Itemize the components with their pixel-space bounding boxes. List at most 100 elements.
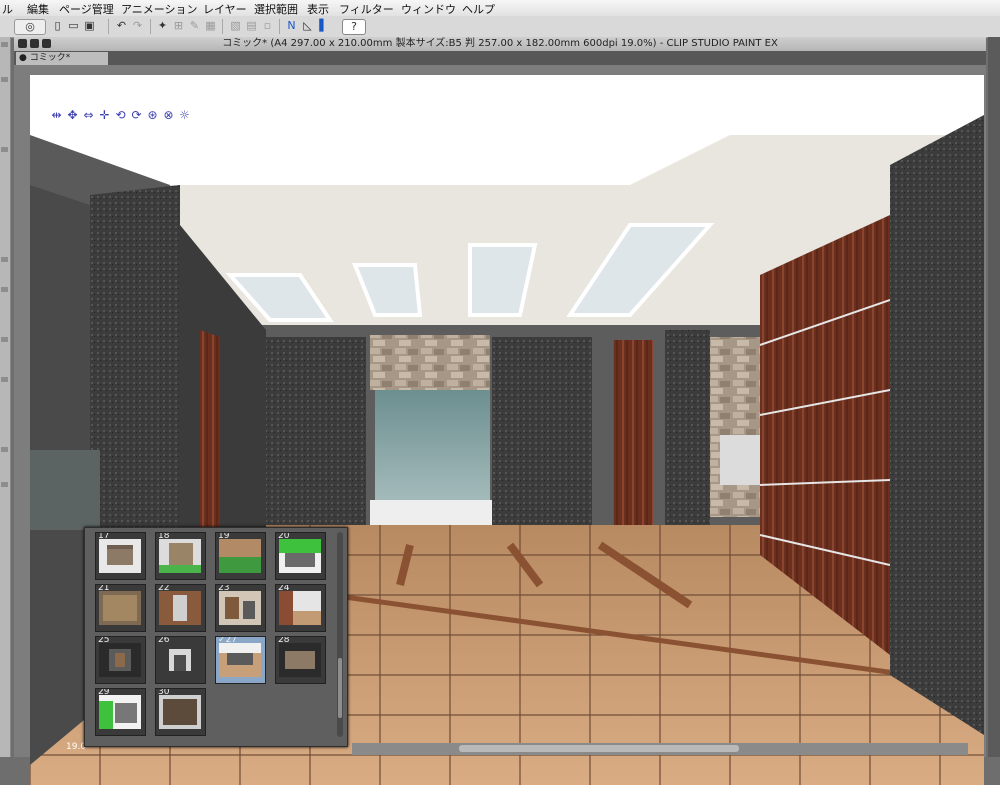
menu-edit[interactable]: 編集 [27,1,49,17]
page-preview [99,695,141,729]
page-thumbnail[interactable]: 17 [95,532,146,580]
move-camera-icon[interactable]: ⇔ [82,109,95,122]
panel-handle-icon[interactable] [1,337,8,342]
menu-layer[interactable]: レイヤー [203,1,247,17]
wood-panel [613,340,653,540]
document-title: コミック* (A4 297.00 x 210.00mm 製本サイズ:B5 判 2… [222,38,778,49]
menu-view[interactable]: 表示 [307,1,329,17]
clear-icon[interactable]: ▦ [203,19,218,33]
page-thumbnail-selected[interactable]: ✓27 [215,636,266,684]
page-preview [159,643,201,677]
menu-help[interactable]: ヘルプ [462,1,495,17]
panel-handle-icon[interactable] [1,147,8,152]
page-thumbnail[interactable]: 26 [155,636,206,684]
page-thumbnail[interactable]: 19 [215,532,266,580]
panel-handle-icon[interactable] [1,77,8,82]
menu-window[interactable]: ウィンドウ [401,1,456,17]
panel-handle-icon[interactable] [1,482,8,487]
page-preview [279,643,321,677]
rotate-object-icon[interactable]: ⟲ [114,109,127,122]
menu-selection[interactable]: 選択範囲 [254,1,298,17]
3d-operation-bar: ⇹ ✥ ⇔ ✛ ⟲ ⟳ ⊛ ⊗ ☼ [50,107,210,125]
left-tool-strip [0,37,11,757]
clip-studio-icon[interactable]: ◎ [14,19,46,35]
page-navigator-panel: 17 18 19 20 21 22 23 24 25 26 ✓27 28 29 … [84,527,348,747]
scale-icon[interactable]: ⊞ [171,19,186,33]
page-preview [279,539,321,573]
light-icon[interactable]: ☼ [178,109,191,122]
page-preview [219,643,261,677]
help-icon[interactable]: ? [342,19,366,35]
menu-bar: ル 編集 ページ管理 アニメーション レイヤー 選択範囲 表示 フィルター ウィ… [0,0,1000,17]
rotate-camera-icon[interactable]: ⇹ [50,109,63,122]
mailbox-panel [720,435,760,485]
panel-handle-icon[interactable] [1,377,8,382]
left-wood-panel [200,330,220,545]
snap-ruler-icon[interactable]: N [284,19,299,33]
page-preview [99,591,141,625]
save-icon[interactable]: ▣ [82,19,97,33]
document-title-bar: コミック* (A4 297.00 x 210.00mm 製本サイズ:B5 判 2… [14,37,986,51]
snap-perspective-icon[interactable]: ▌ [316,19,331,33]
close-icon[interactable] [18,39,27,48]
panel-handle-icon[interactable] [1,42,8,47]
redo-icon[interactable]: ↷ [130,19,145,33]
undo-icon[interactable]: ↶ [114,19,129,33]
page-preview [219,591,261,625]
page-thumbnail[interactable]: 20 [275,532,326,580]
rotate-object-axis-icon[interactable]: ⊛ [146,109,159,122]
horizontal-scroll-thumb[interactable] [459,745,739,752]
snap-grid-icon[interactable]: ◺ [300,19,315,33]
document-tab-bar: ● コミック* [14,51,986,65]
tab-label: コミック* [29,53,71,63]
navigator-scroll-thumb[interactable] [338,658,342,718]
transform-icon[interactable]: ✦ [155,19,170,33]
rotate-object-free-icon[interactable]: ⟳ [130,109,143,122]
page-thumbnail[interactable]: 25 [95,636,146,684]
page-thumbnail[interactable]: 18 [155,532,206,580]
menu-page-management[interactable]: ページ管理 [59,1,114,17]
menu-animation[interactable]: アニメーション [121,1,198,17]
page-thumbnail[interactable]: 24 [275,584,326,632]
page-preview [159,539,201,573]
right-panel-edge [988,37,1000,757]
glass-door [375,390,490,500]
page-thumbnail[interactable]: 30 [155,688,206,736]
left-glass [30,450,100,530]
tab-close-icon[interactable]: ● [19,53,30,63]
page-thumbnail[interactable]: 21 [95,584,146,632]
page-preview [279,591,321,625]
menu-file[interactable]: ル [2,1,13,17]
page-thumbnail[interactable]: 23 [215,584,266,632]
page-preview [99,643,141,677]
page-preview [219,539,261,573]
select-icon[interactable]: ▧ [228,19,243,33]
pillar [665,330,710,545]
page-thumbnail[interactable]: 22 [155,584,206,632]
pillar [492,337,592,527]
open-icon[interactable]: ▭ [66,19,81,33]
pillar [266,337,366,527]
pan-camera-icon[interactable]: ✥ [66,109,79,122]
page-thumbnail[interactable]: 29 [95,688,146,736]
pen-icon[interactable]: ✎ [187,19,202,33]
right-pillar [890,115,984,735]
page-preview [159,591,201,625]
panel-handle-icon[interactable] [1,447,8,452]
snap-icon[interactable]: ▫ [260,19,275,33]
new-icon[interactable]: ▯ [50,19,65,33]
menu-filter[interactable]: フィルター [339,1,394,17]
stone-wall [370,335,490,390]
panel-handle-icon[interactable] [1,287,8,292]
minimize-icon[interactable] [30,39,39,48]
reset-camera-icon[interactable]: ⊗ [162,109,175,122]
page-thumbnail[interactable]: 28 [275,636,326,684]
page-preview [159,695,201,729]
panel-handle-icon[interactable] [1,257,8,262]
command-bar: ◎ ▯ ▭ ▣ ↶ ↷ ✦ ⊞ ✎ ▦ ▧ ▤ ▫ N ◺ ▌ ? [0,16,1000,38]
move-object-icon[interactable]: ✛ [98,109,111,122]
ruler-icon[interactable]: ▤ [244,19,259,33]
stone-wall [710,337,760,517]
maximize-icon[interactable] [42,39,51,48]
tab-comic[interactable]: ● コミック* [16,52,108,65]
